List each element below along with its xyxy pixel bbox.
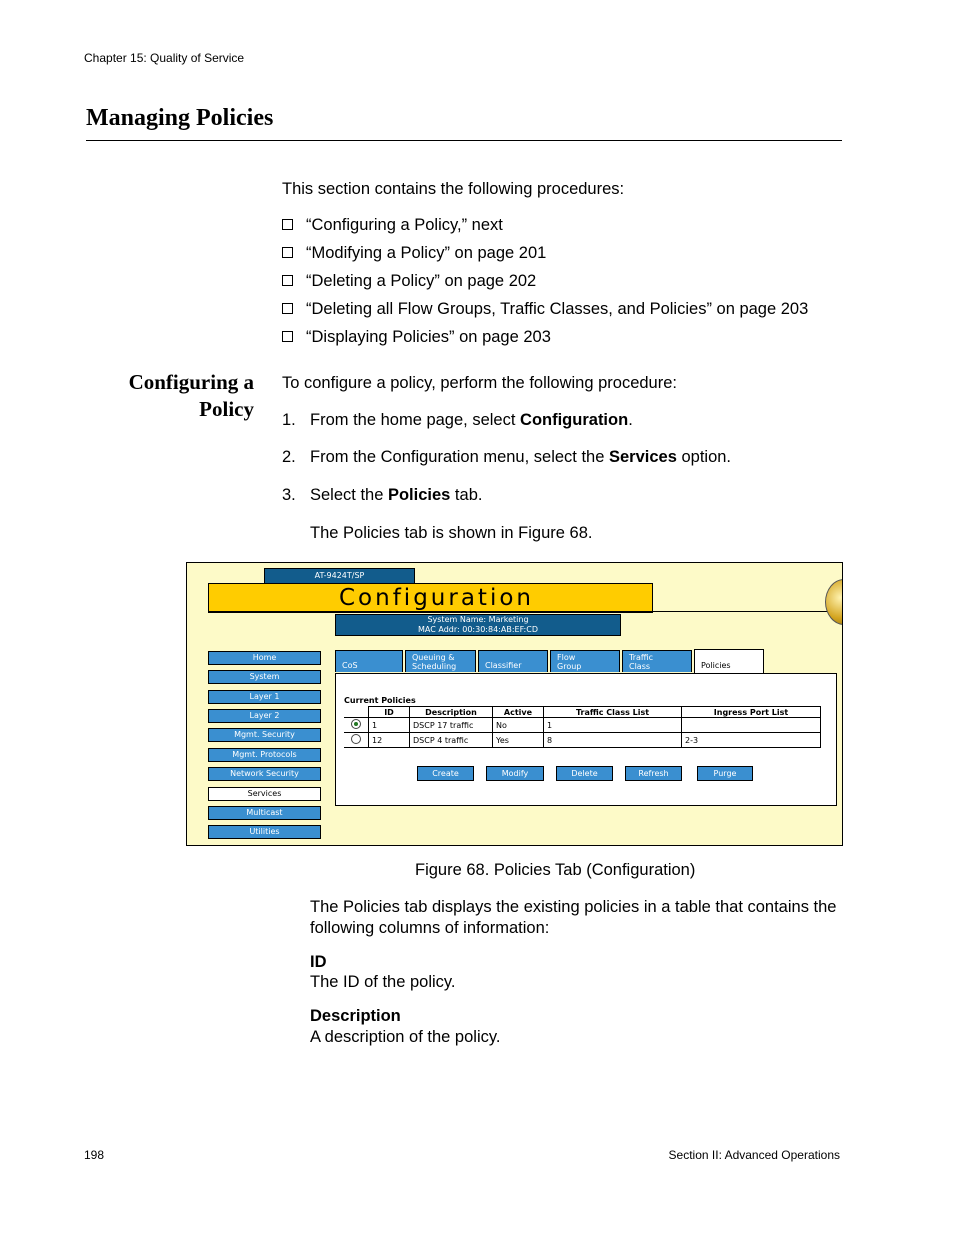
nav-layer-1[interactable]: Layer 1 (208, 690, 321, 704)
col-active: Active (492, 706, 544, 718)
step-2: 2. From the Configuration menu, select th… (282, 448, 732, 466)
definition-desc-description: A description of the policy. (310, 1028, 501, 1046)
figure-reference: The Policies tab is shown in Figure 68. (310, 524, 593, 542)
procedure-item[interactable]: “Configuring a Policy,” next (282, 216, 503, 235)
tab-traffic-class[interactable]: Traffic Class (622, 650, 692, 672)
nav-mgmt-protocols[interactable]: Mgmt. Protocols (208, 748, 321, 762)
col-ingress-port-list: Ingress Port List (681, 706, 821, 718)
tab-classifier[interactable]: Classifier (478, 650, 548, 672)
system-info: System Name: Marketing MAC Addr: 00:30:8… (335, 614, 621, 636)
bullet-box-icon (282, 303, 293, 314)
policies-tab-screenshot: AT-9424T/SP Configuration System Name: M… (186, 562, 843, 846)
table-row[interactable]: 12 DSCP 4 traffic Yes 8 2-3 (344, 732, 821, 748)
tab-queuing-scheduling[interactable]: Queuing & Scheduling (405, 650, 476, 672)
bullet-box-icon (282, 219, 293, 230)
table-header-row: ID Description Active Traffic Class List… (344, 706, 821, 718)
tab-policies[interactable]: Policies (694, 649, 764, 673)
nav-system[interactable]: System (208, 670, 321, 684)
nav-layer-2[interactable]: Layer 2 (208, 709, 321, 723)
tab-cos[interactable]: CoS (335, 650, 403, 672)
delete-button[interactable]: Delete (556, 766, 613, 781)
footer-section: Section II: Advanced Operations (668, 1148, 840, 1162)
policies-table: ID Description Active Traffic Class List… (344, 706, 821, 748)
chapter-header: Chapter 15: Quality of Service (84, 51, 245, 65)
bullet-box-icon (282, 247, 293, 258)
bullet-box-icon (282, 275, 293, 286)
bullet-box-icon (282, 331, 293, 342)
modify-button[interactable]: Modify (486, 766, 544, 781)
nav-services[interactable]: Services (208, 787, 321, 801)
step-3: 3. Select the Policies tab. (282, 486, 483, 504)
table-row[interactable]: 1 DSCP 17 traffic No 1 (344, 717, 821, 733)
nav-network-security[interactable]: Network Security (208, 767, 321, 781)
col-id: ID (368, 706, 410, 718)
intro-text: This section contains the following proc… (282, 180, 625, 198)
col-traffic-class-list: Traffic Class List (543, 706, 682, 718)
figure-caption: Figure 68. Policies Tab (Configuration) (415, 861, 696, 879)
purge-button[interactable]: Purge (697, 766, 753, 781)
configuration-banner: Configuration (208, 583, 653, 613)
procedure-item[interactable]: “Deleting all Flow Groups, Traffic Class… (282, 300, 808, 319)
procedure-item[interactable]: “Displaying Policies” on page 203 (282, 328, 551, 347)
policies-panel: Current Policies ID Description Active T… (335, 673, 837, 806)
refresh-button[interactable]: Refresh (625, 766, 682, 781)
tab-flow-group[interactable]: Flow Group (550, 650, 620, 672)
step-1: 1. From the home page, select Configurati… (282, 411, 633, 429)
nav-utilities[interactable]: Utilities (208, 825, 321, 839)
row-radio-button[interactable] (351, 734, 361, 744)
model-label: AT-9424T/SP (264, 568, 415, 584)
body-text: The Policies tab displays the existing p… (310, 898, 837, 937)
definition-desc-id: The ID of the policy. (310, 973, 456, 991)
definition-term-description: Description (310, 1007, 401, 1025)
subsection-title: Configuring a Policy (128, 370, 254, 421)
create-button[interactable]: Create (417, 766, 474, 781)
section-title: Managing Policies (86, 105, 274, 131)
nav-mgmt-security[interactable]: Mgmt. Security (208, 728, 321, 742)
col-description: Description (409, 706, 493, 718)
nav-multicast[interactable]: Multicast (208, 806, 321, 820)
banner-divider (208, 611, 842, 612)
title-rule (86, 140, 842, 141)
procedure-item[interactable]: “Deleting a Policy” on page 202 (282, 272, 536, 291)
page-number: 198 (84, 1148, 105, 1162)
procedure-item[interactable]: “Modifying a Policy” on page 201 (282, 244, 546, 263)
current-policies-label: Current Policies (344, 696, 416, 705)
row-radio-button[interactable] (351, 719, 361, 729)
config-intro: To configure a policy, perform the follo… (282, 374, 677, 392)
definition-term-id: ID (310, 953, 327, 971)
nav-home[interactable]: Home (208, 651, 321, 665)
globe-logo-icon (825, 579, 842, 625)
